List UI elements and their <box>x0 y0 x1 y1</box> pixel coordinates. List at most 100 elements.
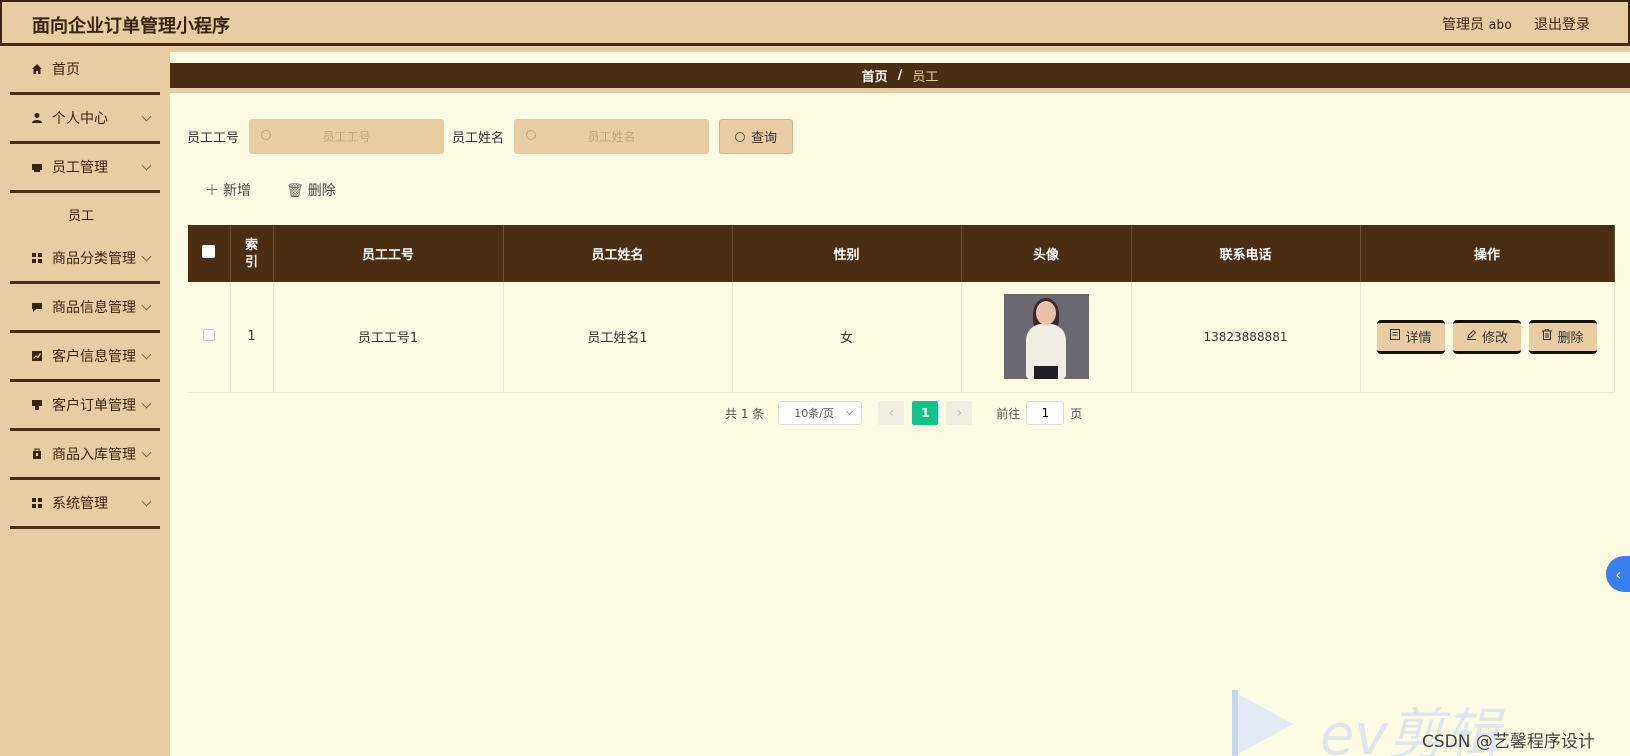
batch-delete-button[interactable]: 🗑 删除 <box>286 180 336 200</box>
logout-button[interactable]: 退出登录 <box>1534 14 1590 34</box>
pagination: 共 1 条 10条/页 ‹ 1 › 前往 页 <box>725 400 1082 426</box>
role-label: 管理员 <box>1442 17 1485 33</box>
folder-icon <box>30 160 44 174</box>
row-checkbox[interactable] <box>202 328 215 341</box>
pagination-total: 共 1 条 <box>725 406 765 421</box>
sidebar-item-label: 系统管理 <box>52 496 108 512</box>
row-action-buttons: 详情 修改 删除 <box>1361 319 1614 354</box>
search-form: 员工工号 员工姓名 查询 <box>187 119 794 154</box>
search-icon <box>735 131 746 142</box>
chevron-down-icon <box>141 349 152 360</box>
employee-avatar[interactable] <box>1003 294 1089 380</box>
chevron-down-icon <box>141 300 152 311</box>
column-header-avatar: 头像 <box>961 225 1132 282</box>
sidebar-item-category-mgmt[interactable]: 商品分类管理 <box>10 235 160 284</box>
search-icon <box>526 130 537 140</box>
sidebar-item-customer-order-mgmt[interactable]: 客户订单管理 <box>10 382 160 431</box>
document-icon <box>1390 329 1401 344</box>
batch-delete-label: 删除 <box>307 183 336 199</box>
prev-page-button[interactable]: ‹ <box>878 401 905 425</box>
sidebar-item-stock-in-mgmt[interactable]: 商品入库管理 <box>10 431 160 480</box>
sidebar-item-employee-mgmt[interactable]: 员工管理 <box>10 144 160 193</box>
select-all-cell <box>188 225 231 282</box>
column-header-index: 索引 <box>230 225 274 282</box>
watermark-play-icon <box>1238 694 1293 754</box>
employee-name-field[interactable] <box>514 119 710 154</box>
column-header-employee-name: 员工姓名 <box>503 225 733 282</box>
sidebar-item-product-info-mgmt[interactable]: 商品信息管理 <box>10 284 160 333</box>
username: abo <box>1488 18 1512 33</box>
employee-name-input[interactable] <box>514 119 710 154</box>
row-actions: 详情 修改 删除 <box>1360 282 1615 393</box>
employee-table: 索引 员工工号 员工姓名 性别 头像 联系电话 操作 1 员工工号1 员工姓名1… <box>188 225 1615 393</box>
sidebar-item-personal-center[interactable]: 个人中心 <box>10 95 160 144</box>
goto-page: 前往 页 <box>996 401 1082 425</box>
action-bar: ＋新增 🗑 删除 <box>205 180 336 200</box>
breadcrumb-home[interactable]: 首页 <box>862 66 888 85</box>
column-header-actions: 操作 <box>1360 225 1615 282</box>
row-avatar-cell <box>961 282 1132 393</box>
sidebar-item-label: 商品分类管理 <box>52 251 136 267</box>
column-header-gender: 性别 <box>732 225 962 282</box>
sidebar-item-customer-info-mgmt[interactable]: 客户信息管理 <box>10 333 160 382</box>
detail-button[interactable]: 详情 <box>1377 319 1445 354</box>
table-header-row: 索引 员工工号 员工姓名 性别 头像 联系电话 操作 <box>188 225 1615 282</box>
sidebar-item-system-mgmt[interactable]: 系统管理 <box>10 480 160 529</box>
chevron-down-icon <box>141 111 152 122</box>
goto-page-input[interactable] <box>1026 401 1065 425</box>
detail-button-label: 详情 <box>1405 331 1432 347</box>
chevron-right-icon: › <box>956 405 963 421</box>
edit-button-label: 修改 <box>1481 331 1508 347</box>
bag-icon <box>30 447 44 461</box>
trash-icon <box>1542 329 1553 344</box>
delete-button[interactable]: 删除 <box>1529 319 1597 354</box>
user-icon <box>30 111 44 125</box>
page-number-current[interactable]: 1 <box>912 401 939 425</box>
column-header-employee-id: 员工工号 <box>273 225 504 282</box>
breadcrumb-current: 员工 <box>912 70 939 85</box>
table-row: 1 员工工号1 员工姓名1 女 13823888881 详情 修改 删除 <box>188 282 1615 393</box>
csdn-watermark: CSDN @艺馨程序设计 <box>1422 732 1595 752</box>
grid-icon <box>30 496 44 510</box>
chevron-left-icon: ‹ <box>1615 564 1622 584</box>
chart-icon <box>30 349 44 363</box>
row-phone: 13823888881 <box>1131 282 1361 393</box>
row-gender: 女 <box>732 282 962 393</box>
add-button[interactable]: ＋新增 <box>205 180 251 200</box>
app-title: 面向企业订单管理小程序 <box>32 16 230 37</box>
top-strip <box>170 46 1630 52</box>
chevron-down-icon <box>141 398 152 409</box>
goto-label: 前往 <box>996 406 1021 421</box>
employee-id-label: 员工工号 <box>187 131 240 146</box>
sidebar-subitem-employee[interactable]: 员工 <box>10 193 160 235</box>
employee-id-input[interactable] <box>249 119 445 154</box>
collapse-panel-button[interactable]: ‹ <box>1606 556 1630 592</box>
sidebar-item-home[interactable]: 首页 <box>10 46 160 95</box>
goto-unit: 页 <box>1070 406 1083 421</box>
sidebar: 首页 个人中心 员工管理 员工 商品分类管理 商品信息管理 客户信息管理 客户订… <box>0 46 170 756</box>
app-header: 面向企业订单管理小程序 管理员 abo 退出登录 <box>0 0 1630 46</box>
next-page-button[interactable]: › <box>946 401 973 425</box>
sidebar-item-label: 员工管理 <box>52 160 108 176</box>
employee-id-field[interactable] <box>249 119 445 154</box>
chevron-down-icon <box>141 251 152 262</box>
page-size-select[interactable]: 10条/页 <box>778 401 863 425</box>
chevron-down-icon <box>141 447 152 458</box>
user-info: 管理员 abo <box>1442 14 1512 34</box>
employee-name-label: 员工姓名 <box>452 131 505 146</box>
message-icon <box>30 300 44 314</box>
search-icon <box>261 130 272 140</box>
breadcrumb: 首页 / 员工 <box>170 63 1630 93</box>
sidebar-item-label: 个人中心 <box>52 111 108 127</box>
sidebar-item-label: 客户信息管理 <box>52 349 136 365</box>
sidebar-item-label: 商品信息管理 <box>52 300 136 316</box>
edit-button[interactable]: 修改 <box>1453 319 1521 354</box>
breadcrumb-separator: / <box>897 68 903 83</box>
chevron-down-icon <box>141 160 152 171</box>
row-select-cell <box>188 282 231 393</box>
avatar-legs <box>1033 366 1058 380</box>
select-all-checkbox[interactable] <box>202 245 216 258</box>
sidebar-item-label: 客户订单管理 <box>52 398 136 414</box>
chevron-left-icon: ‹ <box>888 405 895 421</box>
query-button[interactable]: 查询 <box>719 119 794 154</box>
